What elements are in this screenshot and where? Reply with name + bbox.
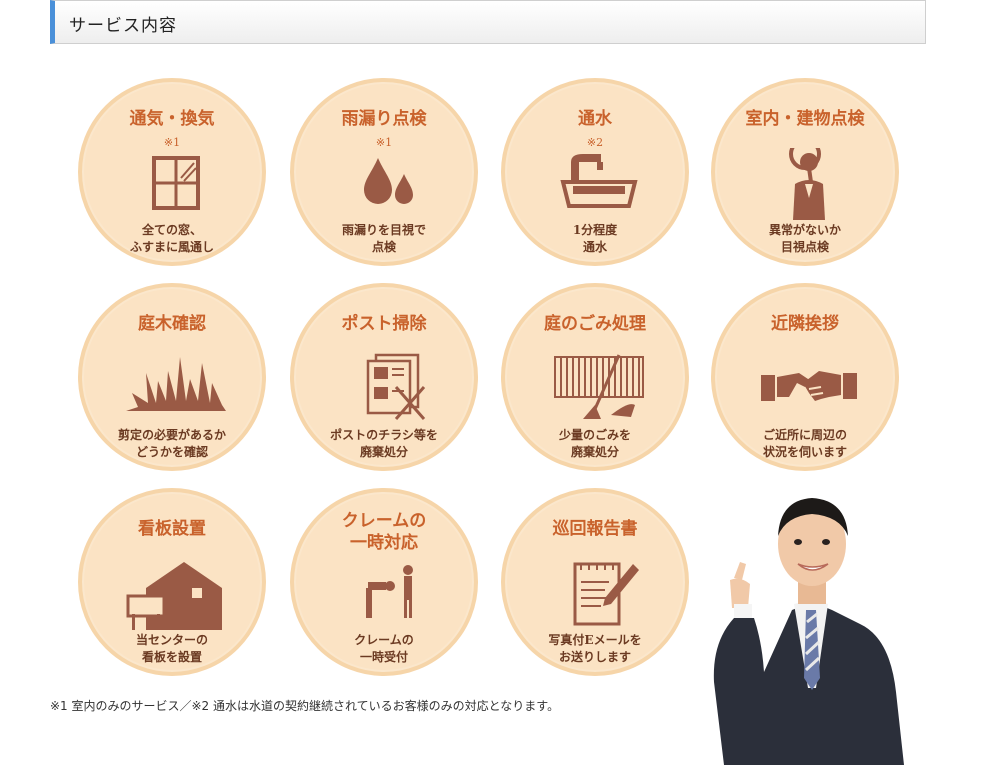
section-header: サービス内容 bbox=[50, 0, 926, 44]
service-desc: ご近所に周辺の 状況を伺います bbox=[762, 428, 847, 459]
service-title: 室内・建物点検 bbox=[745, 109, 865, 129]
report-pen-icon bbox=[573, 562, 639, 626]
service-neighbor-greeting: 近隣挨拶 ご近所に周辺の 状況を伺います bbox=[711, 283, 899, 471]
service-title: 近隣挨拶 bbox=[771, 314, 839, 334]
footnote: ※1 室内のみのサービス／※2 通水は水道の契約継続されているお客様のみの対応と… bbox=[50, 699, 560, 713]
service-desc: 写真付Eメールを お送りします bbox=[548, 633, 642, 664]
service-desc: 少量のごみを 廃棄処分 bbox=[558, 428, 631, 459]
service-building-inspection: 室内・建物点検 異常がないか 目視点検 bbox=[711, 78, 899, 266]
service-ventilation: 通気・換気 ※1 全ての窓、 ふすまに風通し bbox=[78, 78, 266, 266]
service-title: 雨漏り点検 bbox=[341, 109, 427, 129]
window-icon bbox=[152, 156, 200, 210]
service-title: 庭のごみ処理 bbox=[544, 314, 646, 334]
section-title: サービス内容 bbox=[69, 16, 177, 36]
service-desc: 雨漏りを目視で 点検 bbox=[341, 223, 426, 254]
service-title: クレームの 一時対応 bbox=[341, 511, 427, 553]
service-desc: 異常がないか 目視点検 bbox=[768, 223, 841, 254]
flyers-discard-icon bbox=[366, 353, 426, 420]
house-sign-icon bbox=[126, 562, 222, 630]
faucet-sink-icon bbox=[560, 154, 638, 208]
grass-icon bbox=[126, 357, 226, 411]
service-garden-trash: 庭のごみ処理 少量のごみを 廃棄処分 bbox=[501, 283, 689, 471]
water-drops-icon bbox=[364, 158, 413, 204]
service-title: 看板設置 bbox=[138, 519, 206, 539]
service-title: 庭木確認 bbox=[138, 314, 206, 334]
service-desc: クレームの 一時受付 bbox=[354, 633, 414, 664]
service-water-flow: 通水 ※2 1分程度 通水 bbox=[501, 78, 689, 266]
handshake-icon bbox=[761, 371, 857, 401]
service-desc: 当センターの 看板を設置 bbox=[135, 633, 208, 664]
service-title: 通水 bbox=[578, 109, 612, 129]
magnifier-inspector-icon bbox=[789, 148, 825, 220]
service-garden-trees: 庭木確認 剪定の必要があるか どうかを確認 bbox=[78, 283, 266, 471]
service-mailbox-cleaning: ポスト掃除 ポストのチラシ等を 廃棄処分 bbox=[290, 283, 478, 471]
service-leak-check: 雨漏り点検 ※1 雨漏りを目視で 点検 bbox=[290, 78, 478, 266]
service-patrol-report: 巡回報告書 写真付Eメールを お送りします bbox=[501, 488, 689, 676]
broom-fence-icon bbox=[554, 354, 644, 419]
service-desc: 全ての窓、 ふすまに風通し bbox=[129, 223, 214, 254]
service-title: 巡回報告書 bbox=[552, 519, 638, 539]
service-desc: 1分程度 通水 bbox=[572, 223, 618, 254]
service-desc: ポストのチラシ等を 廃棄処分 bbox=[330, 428, 438, 459]
service-sign-installation: 看板設置 当センターの 看板を設置 bbox=[78, 488, 266, 676]
bowing-person-icon bbox=[366, 565, 413, 618]
service-desc: 剪定の必要があるか どうかを確認 bbox=[117, 428, 226, 459]
service-complaint-response: クレームの 一時対応 クレームの 一時受付 bbox=[290, 488, 478, 676]
service-title: 通気・換気 bbox=[129, 109, 215, 129]
businessman-image bbox=[713, 498, 904, 765]
service-title: ポスト掃除 bbox=[341, 314, 427, 334]
